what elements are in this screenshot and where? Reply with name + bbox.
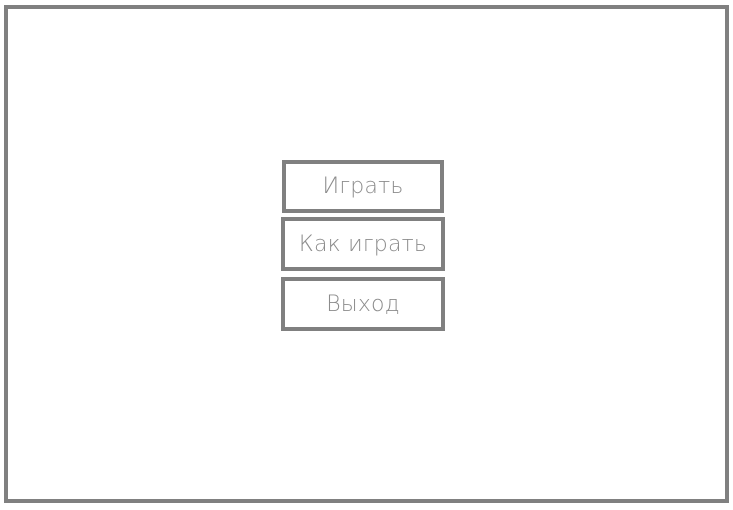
- play-button[interactable]: Играть: [282, 160, 444, 213]
- exit-button[interactable]: Выход: [281, 277, 445, 331]
- how-to-play-button[interactable]: Как играть: [281, 217, 445, 271]
